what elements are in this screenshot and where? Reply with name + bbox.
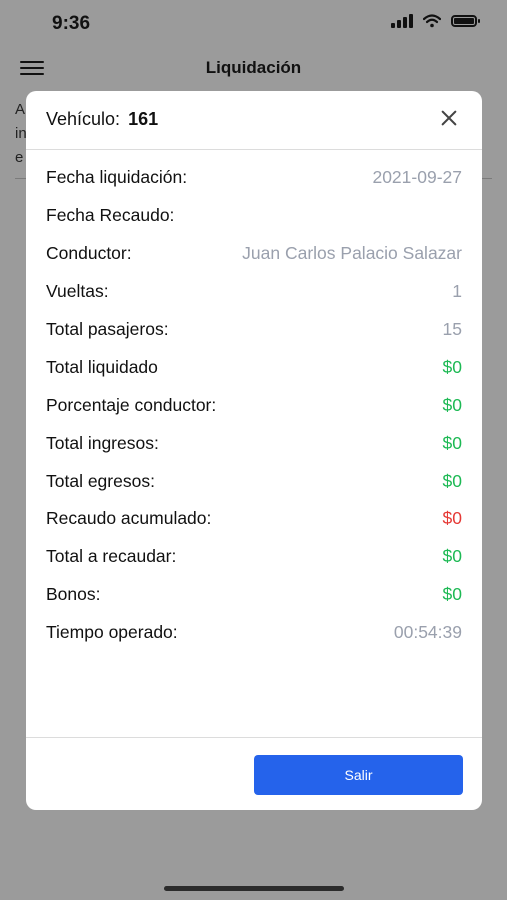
detail-label: Total pasajeros: bbox=[46, 319, 169, 339]
detail-value: $0 bbox=[442, 394, 462, 415]
vehicle-number: 161 bbox=[128, 109, 159, 129]
home-indicator bbox=[164, 886, 344, 891]
detail-row: Fecha Recaudo: bbox=[46, 197, 462, 235]
detail-value: $0 bbox=[442, 356, 462, 377]
detail-value: 00:54:39 bbox=[393, 622, 462, 643]
detail-row: Total liquidado $0 bbox=[46, 348, 462, 386]
page-title: Liquidación bbox=[205, 58, 302, 77]
signal-icon bbox=[391, 14, 413, 28]
vehicle-label-text: Vehículo: bbox=[46, 109, 121, 129]
detail-label: Bonos: bbox=[46, 584, 101, 605]
detail-row: Total a recaudar: $0 bbox=[46, 538, 462, 576]
detail-label: Porcentaje conductor: bbox=[46, 394, 217, 415]
detail-label: Fecha Recaudo: bbox=[46, 205, 175, 226]
wifi-icon bbox=[423, 14, 441, 28]
detail-row: Porcentaje conductor: $0 bbox=[46, 386, 462, 424]
detail-label: Total a recaudar: bbox=[46, 546, 177, 567]
detail-row: Vueltas: 1 bbox=[46, 273, 462, 311]
detail-row: Total pasajeros: 15 bbox=[46, 311, 462, 349]
detail-value: $0 bbox=[442, 546, 462, 567]
battery-icon bbox=[451, 15, 480, 27]
detail-label: Total ingresos: bbox=[46, 432, 159, 453]
detail-value: 1 bbox=[452, 281, 462, 302]
close-icon[interactable] bbox=[438, 107, 460, 129]
detail-label: Total egresos: bbox=[46, 470, 155, 491]
dialog-footer: Salir bbox=[26, 737, 482, 810]
detail-value: 2021-09-27 bbox=[372, 167, 462, 188]
exit-button[interactable]: Salir bbox=[254, 755, 463, 795]
detail-value: $0 bbox=[442, 508, 462, 529]
detail-label: Tiempo operado: bbox=[46, 622, 178, 643]
detail-value: $0 bbox=[442, 584, 462, 605]
detail-row: Fecha liquidación: 2021-09-27 bbox=[46, 159, 462, 197]
detail-label: Fecha liquidación: bbox=[46, 167, 188, 188]
status-icons bbox=[391, 14, 480, 28]
status-time: 9:36 bbox=[52, 13, 91, 34]
detail-list: Fecha liquidación: 2021-09-27 Fecha Recaud… bbox=[46, 159, 462, 652]
liquidation-dialog: Vehículo: 161 Fecha liquidación: 2021-09-2… bbox=[26, 91, 482, 810]
detail-value: $0 bbox=[442, 470, 462, 491]
detail-row: Tiempo operado: 00:54:39 bbox=[46, 614, 462, 652]
status-bar: 9:36 bbox=[0, 0, 507, 46]
detail-value: 15 bbox=[442, 319, 462, 339]
detail-label: Recaudo acumulado: bbox=[46, 508, 212, 529]
detail-label: Conductor: bbox=[46, 243, 132, 264]
detail-value: Juan Carlos Palacio Salazar bbox=[242, 243, 462, 264]
detail-label: Vueltas: bbox=[46, 281, 109, 302]
detail-row: Recaudo acumulado: $0 bbox=[46, 500, 462, 538]
detail-label: Total liquidado bbox=[46, 356, 158, 377]
detail-row: Conductor: Juan Carlos Palacio Salazar bbox=[46, 235, 462, 273]
detail-value: $0 bbox=[442, 432, 462, 453]
detail-row: Total ingresos: $0 bbox=[46, 424, 462, 462]
detail-row: Total egresos: $0 bbox=[46, 462, 462, 500]
dialog-header: Vehículo: 161 bbox=[26, 91, 482, 150]
nav-bar: Liquidación bbox=[0, 46, 507, 92]
vehicle-label: Vehículo: 161 bbox=[46, 109, 158, 130]
detail-row: Bonos: $0 bbox=[46, 576, 462, 614]
